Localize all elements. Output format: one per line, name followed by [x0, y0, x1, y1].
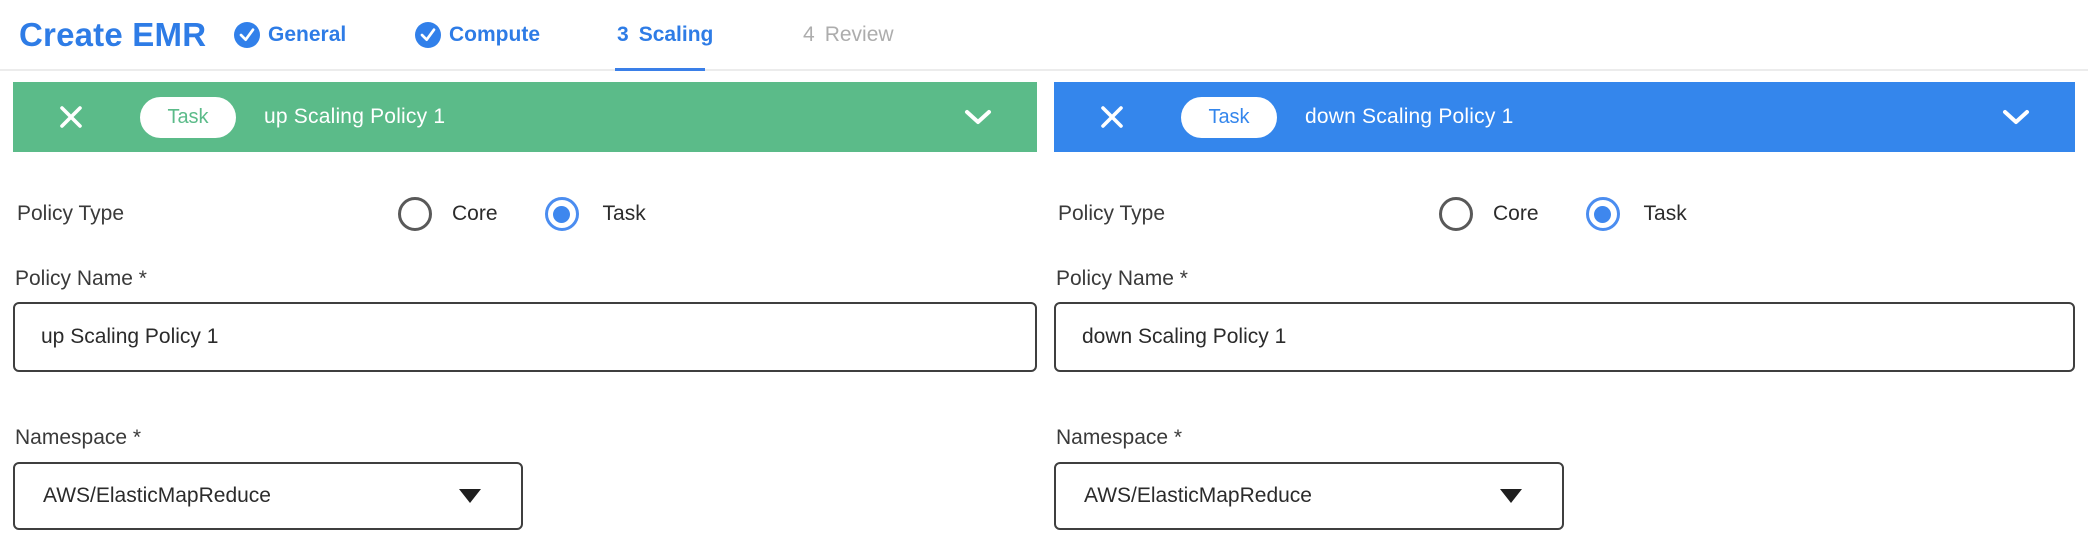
step-general[interactable]: General — [234, 0, 346, 69]
namespace-select[interactable]: AWS/ElasticMapReduce — [1054, 462, 1564, 530]
namespace-field: Namespace * AWS/ElasticMapReduce — [1054, 426, 2075, 530]
step-label: Review — [825, 23, 894, 47]
policy-type-radio-group: Core Task — [1439, 197, 1687, 231]
dropdown-arrow-icon — [1500, 489, 1522, 503]
policy-type-label: Policy Type — [1058, 202, 1165, 226]
step-label: Scaling — [639, 23, 714, 47]
task-badge: Task — [140, 97, 236, 138]
policy-name-label: Policy Name * — [1056, 267, 2075, 291]
namespace-label: Namespace * — [1056, 426, 2075, 450]
policy-name-input[interactable] — [13, 302, 1037, 372]
radio-core[interactable] — [398, 197, 432, 231]
close-icon[interactable] — [1099, 104, 1125, 130]
namespace-selected-value: AWS/ElasticMapReduce — [1084, 484, 1500, 508]
policy-name-field: Policy Name * — [13, 267, 1037, 372]
scaling-policy-panel-down: Task down Scaling Policy 1 Policy Type C… — [1054, 82, 2075, 530]
panel-body: Policy Type Core Task Policy Name * Name… — [1054, 152, 2075, 530]
policy-name-field: Policy Name * — [1054, 267, 2075, 372]
radio-task[interactable] — [545, 197, 579, 231]
radio-core[interactable] — [1439, 197, 1473, 231]
header-divider — [0, 69, 2088, 71]
chevron-down-icon[interactable] — [964, 109, 992, 125]
radio-core-label: Core — [1493, 202, 1539, 226]
namespace-select[interactable]: AWS/ElasticMapReduce — [13, 462, 523, 530]
step-review[interactable]: 4 Review — [803, 0, 894, 69]
step-number: 3 — [617, 23, 629, 47]
namespace-field: Namespace * AWS/ElasticMapReduce — [13, 426, 1037, 530]
radio-dot — [553, 206, 570, 223]
namespace-label: Namespace * — [15, 426, 1037, 450]
radio-task-label: Task — [603, 202, 646, 226]
scaling-policy-panel-up: Task up Scaling Policy 1 Policy Type Cor… — [13, 82, 1037, 530]
radio-dot — [1594, 206, 1611, 223]
policy-type-radio-group: Core Task — [398, 197, 646, 231]
check-circle-icon — [415, 22, 441, 48]
wizard-header: Create EMR General Compute 3 Scaling 4 R… — [0, 0, 2088, 71]
step-label: Compute — [449, 23, 540, 47]
close-icon[interactable] — [58, 104, 84, 130]
step-compute[interactable]: Compute — [415, 0, 540, 69]
step-scaling-active[interactable]: 3 Scaling — [617, 0, 713, 69]
policy-type-row: Policy Type Core Task — [1054, 197, 2075, 231]
step-number: 4 — [803, 23, 815, 47]
policy-name-label: Policy Name * — [15, 267, 1037, 291]
policy-type-label: Policy Type — [17, 202, 124, 226]
task-badge: Task — [1181, 97, 1277, 138]
panel-header-up[interactable]: Task up Scaling Policy 1 — [13, 82, 1037, 152]
page-title: Create EMR — [19, 0, 206, 69]
step-label: General — [268, 23, 346, 47]
radio-task[interactable] — [1586, 197, 1620, 231]
chevron-down-icon[interactable] — [2002, 109, 2030, 125]
radio-task-label: Task — [1644, 202, 1687, 226]
check-circle-icon — [234, 22, 260, 48]
active-step-underline — [615, 68, 705, 71]
namespace-selected-value: AWS/ElasticMapReduce — [43, 484, 459, 508]
panel-title: up Scaling Policy 1 — [264, 105, 445, 129]
radio-core-label: Core — [452, 202, 498, 226]
panel-title: down Scaling Policy 1 — [1305, 105, 1513, 129]
panel-header-down[interactable]: Task down Scaling Policy 1 — [1054, 82, 2075, 152]
policy-type-row: Policy Type Core Task — [13, 197, 1037, 231]
dropdown-arrow-icon — [459, 489, 481, 503]
panel-body: Policy Type Core Task Policy Name * Name… — [13, 152, 1037, 530]
policy-name-input[interactable] — [1054, 302, 2075, 372]
